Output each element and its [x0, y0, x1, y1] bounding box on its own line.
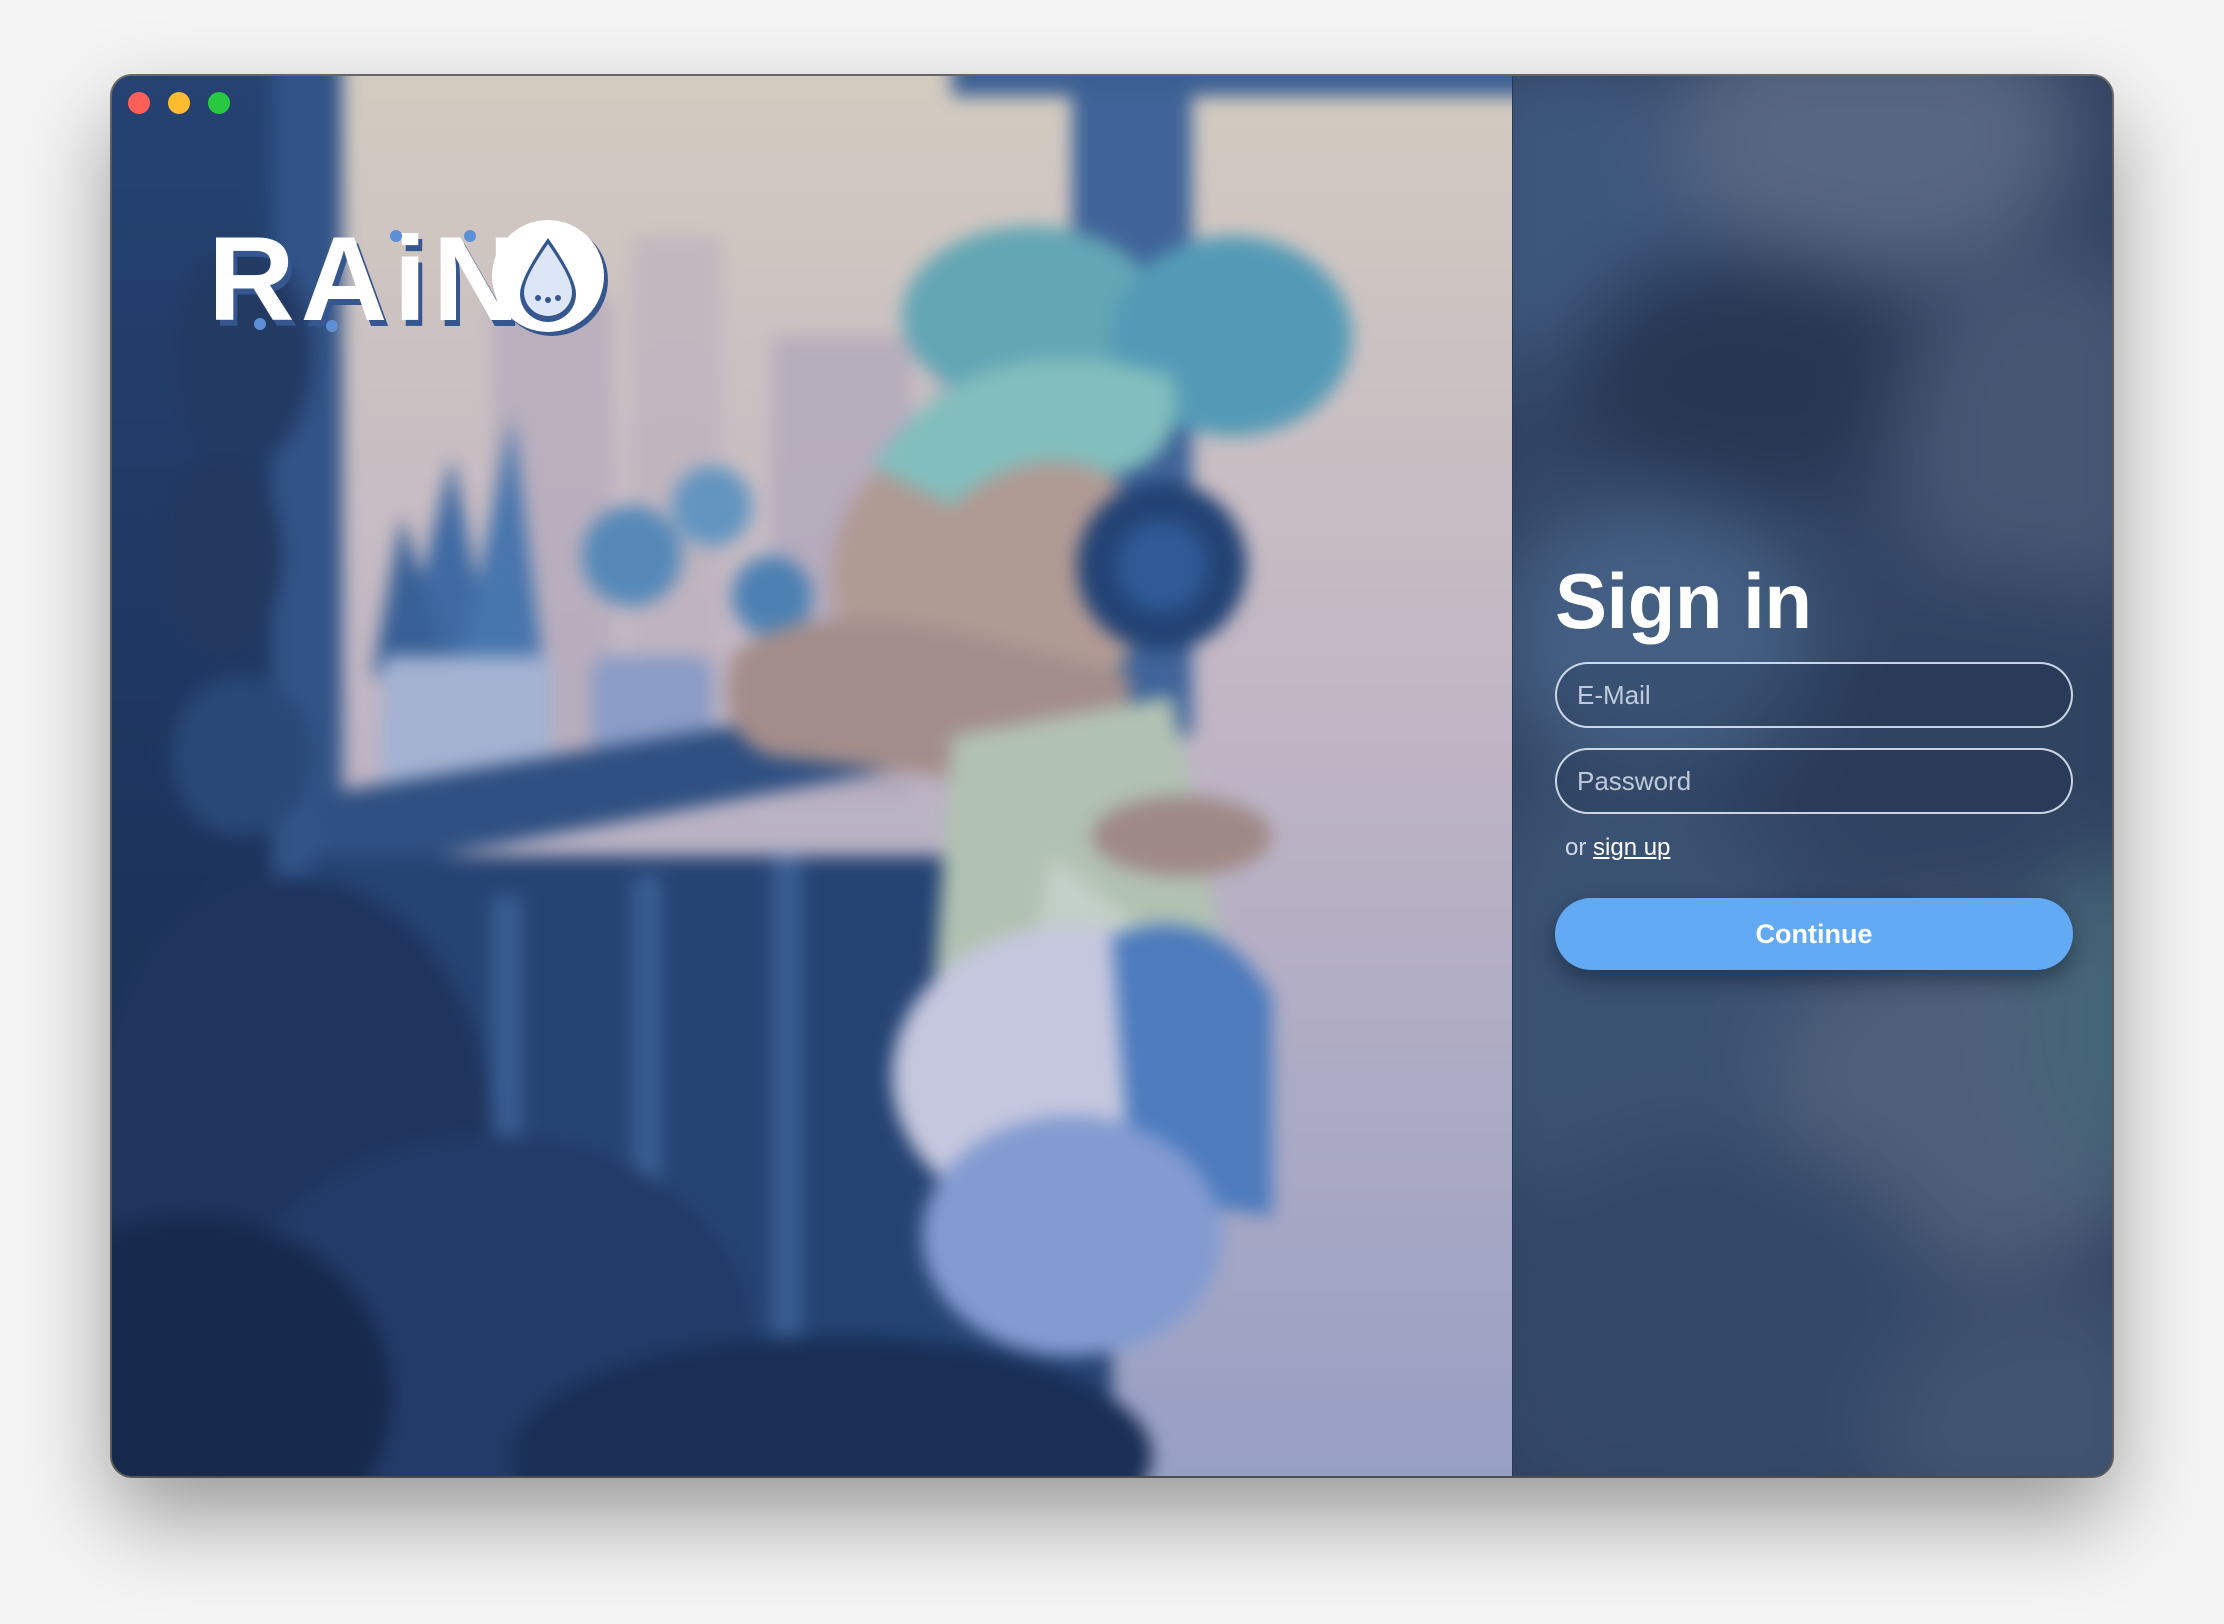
password-field[interactable] — [1555, 748, 2073, 814]
email-field[interactable] — [1555, 662, 2073, 728]
window-controls — [128, 92, 230, 114]
close-window-button[interactable] — [128, 92, 150, 114]
app-window: RAiN RAiN Sign in E-Mail or sign up Cont… — [112, 76, 2112, 1476]
sign-in-form: Sign in or sign up Continue — [1555, 562, 2073, 970]
sign-up-prefix: or — [1565, 834, 1587, 861]
sign-up-row: or sign up — [1565, 834, 2073, 862]
minimize-window-button[interactable] — [168, 92, 190, 114]
continue-button[interactable]: Continue — [1555, 898, 2073, 970]
sign-in-title: Sign in — [1555, 557, 1812, 645]
background-illustration: RAiN RAiN — [112, 76, 1512, 1476]
sign-in-panel: Sign in or sign up Continue — [1512, 76, 2112, 1476]
maximize-window-button[interactable] — [208, 92, 230, 114]
raino-logo: RAiN RAiN — [208, 216, 608, 346]
sign-up-link[interactable]: sign up — [1593, 834, 1670, 861]
